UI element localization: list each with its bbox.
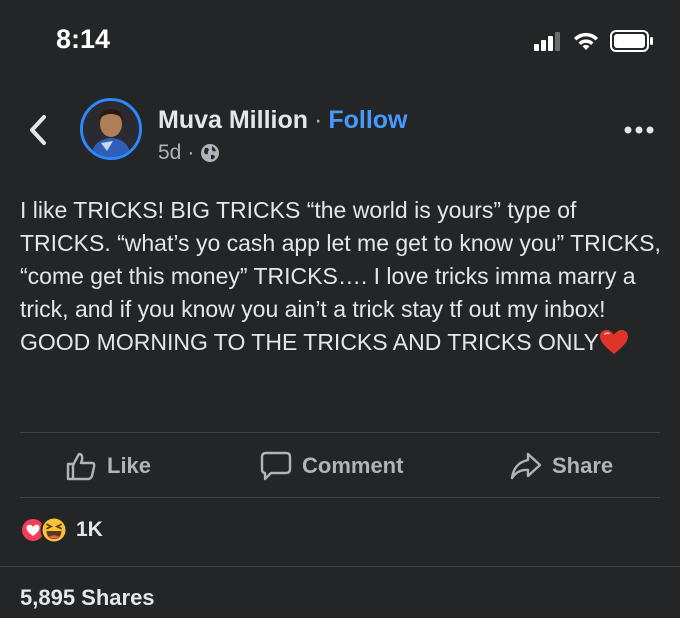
name-separator: · [314, 106, 323, 134]
status-time: 8:14 [56, 24, 111, 54]
profile-photo [83, 101, 139, 157]
divider-top [20, 432, 660, 433]
follow-button[interactable]: Follow [328, 106, 407, 134]
post-body: I like TRICKS! BIG TRICKS “the world is … [20, 194, 665, 359]
haha-reaction-icon [40, 516, 68, 544]
status-bar: 8:14 [0, 0, 680, 80]
comment-icon [260, 451, 292, 481]
comment-label: Comment [302, 453, 404, 478]
share-label: Share [552, 453, 614, 478]
reaction-count: 1K [76, 518, 103, 541]
divider-middle [20, 497, 660, 498]
divider-bottom [0, 566, 680, 567]
share-arrow-icon [510, 452, 542, 480]
post-text: I like TRICKS! BIG TRICKS “the world is … [20, 197, 661, 355]
battery-icon [610, 30, 653, 52]
wifi-icon [574, 32, 598, 50]
like-button[interactable]: Like [65, 440, 151, 492]
post-meta: 5d · [158, 141, 220, 165]
thumbs-up-icon [66, 452, 96, 481]
share-button[interactable]: Share [510, 440, 613, 492]
more-horizontal-icon[interactable] [624, 126, 654, 134]
meta-separator: · [187, 141, 195, 164]
red-heart-icon [599, 330, 628, 354]
chevron-left-icon[interactable] [24, 112, 54, 148]
comment-button[interactable]: Comment [260, 440, 403, 492]
shares-count[interactable]: 5,895 Shares [20, 585, 155, 611]
status-icons [534, 30, 654, 52]
globe-icon [201, 144, 220, 162]
reactions-summary[interactable]: 1K [20, 516, 103, 544]
cellular-signal-icon [534, 32, 560, 51]
avatar[interactable] [80, 98, 142, 160]
like-label: Like [107, 453, 152, 478]
post-age[interactable]: 5d [158, 141, 181, 165]
author-name[interactable]: Muva Million [158, 106, 308, 134]
post-header: Muva Million · Follow 5d · [0, 96, 680, 166]
author-line: Muva Million · Follow [158, 106, 407, 135]
action-bar: Like Comment Share [20, 440, 660, 492]
